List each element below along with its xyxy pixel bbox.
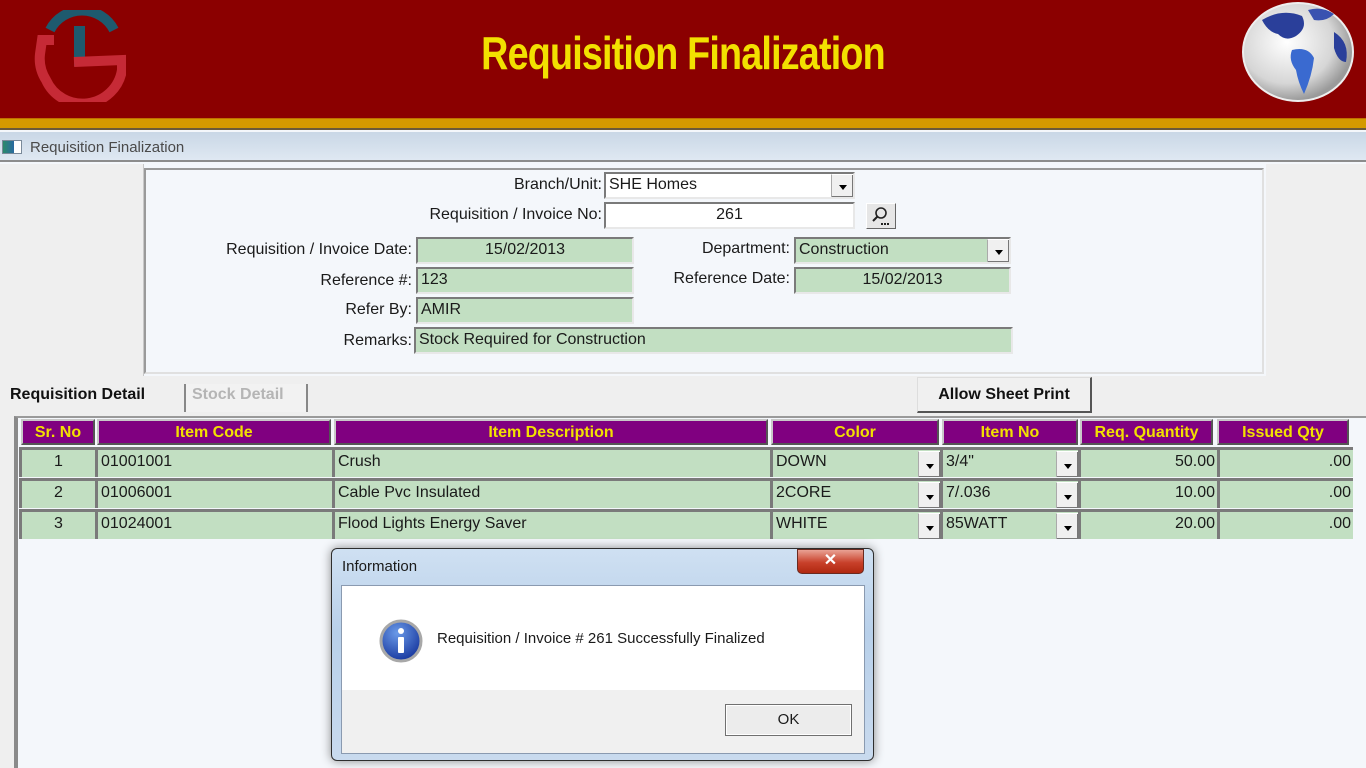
ok-button[interactable]: OK [725,704,852,736]
column-header-sr-no[interactable]: Sr. No [21,419,95,445]
branch-unit-select[interactable]: SHE Homes [604,172,855,199]
reference-date-label: Reference Date: [673,270,790,287]
cell-item-no-select[interactable]: 3/4" [940,447,1078,477]
banner-stripe [0,118,1366,130]
cell-issued-qty[interactable]: .00 [1217,509,1353,539]
chevron-down-icon[interactable] [831,174,853,197]
window-title-bar: Requisition Finalization [0,132,1366,162]
invoice-date-field[interactable]: 15/02/2013 [416,237,634,264]
chevron-down-icon[interactable] [1056,513,1078,539]
department-label: Department: [701,240,790,257]
cell-sr-no[interactable]: 2 [19,478,95,508]
cell-color-select[interactable]: DOWN [770,447,940,477]
grid-left-strip [0,416,14,768]
column-header-req-quantity[interactable]: Req. Quantity [1080,419,1213,445]
cell-color-value: 2CORE [776,484,832,501]
cell-req-quantity[interactable]: 20.00 [1078,509,1217,539]
cell-issued-qty[interactable]: .00 [1217,447,1353,477]
branch-unit-label: Branch/Unit: [513,176,602,193]
dialog-message: Requisition / Invoice # 261 Successfully… [437,630,765,647]
banner-title: Requisition Finalization [481,27,885,79]
app-window-icon [2,140,22,154]
cell-color-value: DOWN [776,453,827,470]
cell-item-no-value: 7/.036 [946,484,991,501]
department-select[interactable]: Construction [794,237,1011,264]
info-icon [379,619,423,663]
tab-requisition-detail[interactable]: Requisition Detail [4,384,151,412]
reference-date-field[interactable]: 15/02/2013 [794,267,1011,294]
chevron-down-icon[interactable] [918,451,940,477]
globe-icon [1242,2,1354,102]
cell-item-no-value: 3/4" [946,453,974,470]
reference-no-label: Reference #: [320,272,412,289]
remarks-label: Remarks: [343,332,412,349]
invoice-no-label: Requisition / Invoice No: [429,206,602,223]
invoice-no-input[interactable]: 261 [604,202,855,229]
reference-no-field[interactable]: 123 [416,267,634,294]
cell-item-description[interactable]: Crush [332,447,770,477]
cell-req-quantity[interactable]: 50.00 [1078,447,1217,477]
column-header-issued-qty[interactable]: Issued Qty [1217,419,1349,445]
cell-item-no-select[interactable]: 85WATT [940,509,1078,539]
dialog-body: Requisition / Invoice # 261 Successfully… [341,585,865,754]
cell-item-description[interactable]: Flood Lights Energy Saver [332,509,770,539]
refer-by-field[interactable]: AMIR [416,297,634,324]
dialog-title: Information [342,558,418,575]
column-header-item-description[interactable]: Item Description [334,419,768,445]
search-icon [872,207,889,225]
tab-stock-detail[interactable]: Stock Detail [184,384,308,412]
cell-item-no-select[interactable]: 7/.036 [940,478,1078,508]
information-dialog: Information ✕ Requisition / Invoice # 26… [331,548,874,761]
chevron-down-icon[interactable] [987,239,1009,262]
cell-sr-no[interactable]: 1 [19,447,95,477]
cell-color-select[interactable]: WHITE [770,509,940,539]
chevron-down-icon[interactable] [1056,451,1078,477]
column-header-color[interactable]: Color [771,419,939,445]
left-gutter [0,164,144,376]
close-icon: ✕ [823,552,838,569]
chevron-down-icon[interactable] [918,513,940,539]
cell-sr-no[interactable]: 3 [19,509,95,539]
column-header-item-code[interactable]: Item Code [97,419,331,445]
invoice-date-label: Requisition / Invoice Date: [226,241,412,258]
chevron-down-icon[interactable] [918,482,940,508]
cell-issued-qty[interactable]: .00 [1217,478,1353,508]
remarks-field[interactable]: Stock Required for Construction [414,327,1013,354]
dialog-close-button[interactable]: ✕ [797,549,864,574]
refer-by-label: Refer By: [345,301,412,318]
search-invoice-button[interactable] [866,203,896,229]
cell-color-value: WHITE [776,515,828,532]
app-banner: Requisition Finalization [0,0,1366,118]
right-gutter [1266,164,1366,376]
cell-color-select[interactable]: 2CORE [770,478,940,508]
cell-item-code[interactable]: 01001001 [95,447,332,477]
column-header-item-no[interactable]: Item No [942,419,1078,445]
branch-unit-value: SHE Homes [609,176,698,193]
window-title: Requisition Finalization [30,139,185,156]
allow-sheet-print-button[interactable]: Allow Sheet Print [917,377,1092,413]
cell-item-code[interactable]: 01024001 [95,509,332,539]
cell-item-description[interactable]: Cable Pvc Insulated [332,478,770,508]
chevron-down-icon[interactable] [1056,482,1078,508]
cell-item-code[interactable]: 01006001 [95,478,332,508]
cell-item-no-value: 85WATT [946,515,1008,532]
cell-req-quantity[interactable]: 10.00 [1078,478,1217,508]
department-value: Construction [799,241,889,258]
ts-logo-icon [34,10,126,102]
